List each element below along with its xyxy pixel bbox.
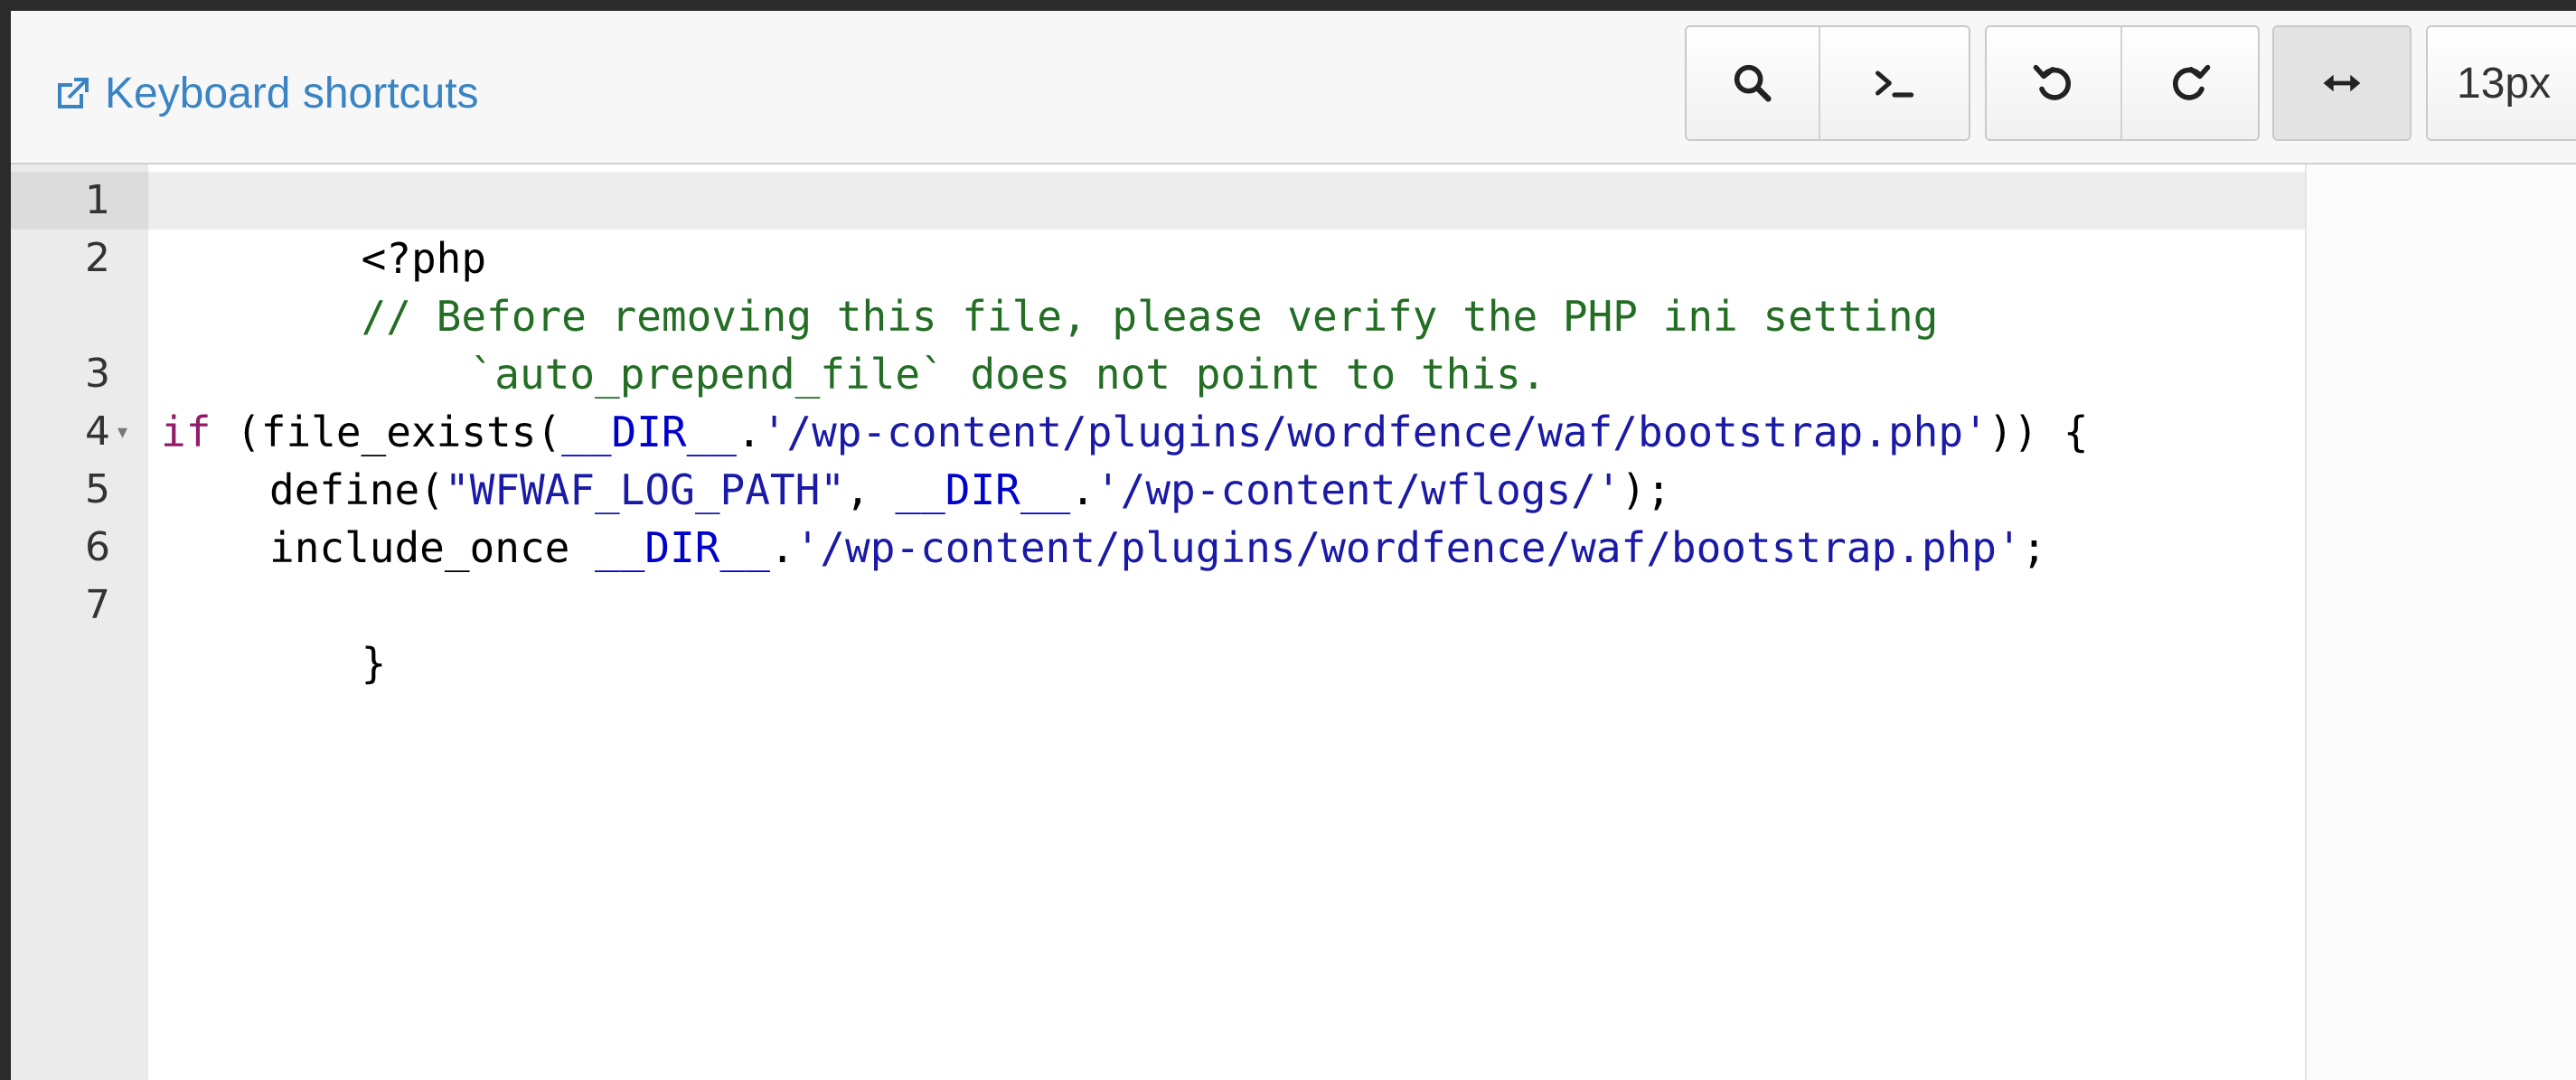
word-wrap-toggle[interactable] <box>2274 27 2410 139</box>
function-include-once: include_once <box>269 523 596 572</box>
keyboard-shortcuts-link[interactable]: Keyboard shortcuts <box>51 69 479 118</box>
comment-text-continued: `auto_prepend_file` does not point to th… <box>469 350 1547 399</box>
code-line-6: include_once __DIR__.'/wp-content/plugin… <box>269 519 2046 577</box>
code-line-1: <?php <box>161 172 486 283</box>
keyword-if: if <box>161 408 212 456</box>
font-size-group: 13px <box>2426 25 2576 141</box>
code-line-4: if (file_exists(__DIR__.'/wp-content/plu… <box>161 403 2089 461</box>
code-punct: . <box>769 523 795 572</box>
line-number: 6 <box>85 524 110 570</box>
code-punct: ); <box>1621 465 1671 514</box>
terminal-icon <box>1876 70 1914 98</box>
line-number: 1 <box>85 177 110 223</box>
code-line-7: } <box>161 577 387 688</box>
constant-dir: __DIR__ <box>561 408 737 456</box>
code-line-5: define("WFWAF_LOG_PATH", __DIR__.'/wp-co… <box>269 461 1671 519</box>
wrap-group <box>2272 25 2411 141</box>
screen-frame: Keyboard shortcuts 13px 1 2 3 4 ▾ 5 6 7 … <box>0 0 2576 1080</box>
undo-icon <box>2033 64 2072 100</box>
code-punct: . <box>737 408 762 456</box>
search-icon <box>1734 64 1772 102</box>
constant-dir: __DIR__ <box>595 523 770 572</box>
code-editor[interactable]: 1 2 3 4 ▾ 5 6 7 <?php // Before removing… <box>11 164 2576 1080</box>
string-literal: '/wp-content/plugins/wordfence/waf/boots… <box>794 523 2022 572</box>
history-group <box>1985 25 2260 141</box>
undo-button[interactable] <box>1987 27 2122 139</box>
code-punct: . <box>1070 465 1095 514</box>
line-number: 3 <box>85 351 110 397</box>
terminal-button[interactable] <box>1820 27 1969 139</box>
string-literal: '/wp-content/plugins/wordfence/waf/boots… <box>761 408 1988 456</box>
line-number: 7 <box>85 582 110 628</box>
print-margin <box>2305 164 2307 1080</box>
fold-toggle-icon[interactable]: ▾ <box>118 403 127 461</box>
function-define: define( <box>269 465 445 514</box>
external-link-icon <box>58 77 89 108</box>
closing-brace: } <box>361 639 387 688</box>
string-literal: "WFWAF_LOG_PATH" <box>444 465 845 514</box>
code-punct: ; <box>2021 523 2047 572</box>
search-button[interactable] <box>1687 27 1820 139</box>
code-punct: , <box>844 465 896 514</box>
line-number: 4 <box>85 409 110 455</box>
editor-toolbar: Keyboard shortcuts 13px <box>11 11 2576 164</box>
redo-button[interactable] <box>2122 27 2258 139</box>
print-margin-area <box>2307 164 2576 1080</box>
search-terminal-group <box>1685 25 1970 141</box>
string-literal: '/wp-content/wflogs/' <box>1095 465 1622 514</box>
code-punct: )) { <box>1988 408 2089 456</box>
code-editor-window: Keyboard shortcuts 13px 1 2 3 4 ▾ 5 6 7 … <box>11 11 2576 1080</box>
redo-icon <box>2172 64 2211 100</box>
code-line-2: // Before removing this file, please ver… <box>161 230 1939 341</box>
code-punct: (file_exists( <box>211 408 562 456</box>
font-size-button[interactable]: 13px <box>2428 27 2576 139</box>
keyboard-shortcuts-label: Keyboard shortcuts <box>105 70 479 117</box>
line-number: 2 <box>85 235 110 281</box>
line-number: 5 <box>85 466 110 512</box>
constant-dir: __DIR__ <box>895 465 1071 514</box>
font-size-label: 13px <box>2457 59 2552 108</box>
horizontal-arrows-icon <box>2323 74 2361 92</box>
code-line-2-wrapped: `auto_prepend_file` does not point to th… <box>269 287 1547 399</box>
